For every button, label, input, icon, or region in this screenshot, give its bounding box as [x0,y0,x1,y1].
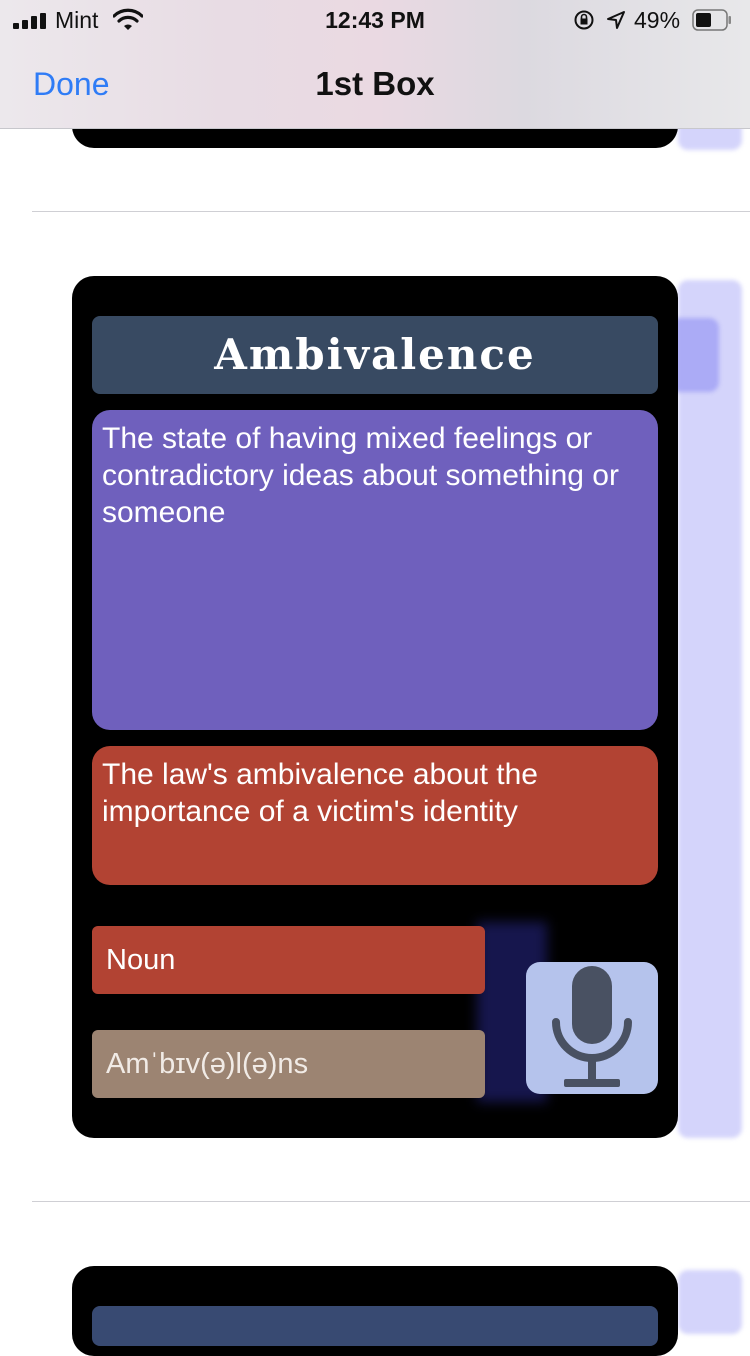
part-of-speech-field[interactable]: Noun [92,926,485,994]
card-shadow [678,280,742,1138]
page-title: 1st Box [315,65,435,102]
word-title: Ambivalence [214,330,536,379]
battery-icon [692,9,731,31]
list-separator [32,1201,750,1202]
rotation-lock-icon [574,10,594,30]
next-word-header [92,1306,658,1346]
flash-card[interactable]: Ambivalence The state of having mixed fe… [72,276,678,1138]
example-text[interactable]: The law's ambivalence about the importan… [92,746,658,885]
definition-text[interactable]: The state of having mixed feelings or co… [92,410,658,730]
status-bar: Mint 12:43 PM 49% [0,0,750,40]
microphone-button[interactable] [526,962,658,1094]
top-bar: Mint 12:43 PM 49% Done 1st Box [0,0,750,129]
word-header: Ambivalence [92,316,658,394]
pronunciation-field[interactable]: Amˈbɪv(ə)l(ə)ns [92,1030,485,1098]
battery-percent: 49% [634,7,681,33]
next-card[interactable] [72,1266,678,1356]
card-shadow [678,1270,742,1334]
microphone-icon [552,966,632,1087]
location-arrow-icon [607,11,625,29]
list-separator [32,211,750,212]
